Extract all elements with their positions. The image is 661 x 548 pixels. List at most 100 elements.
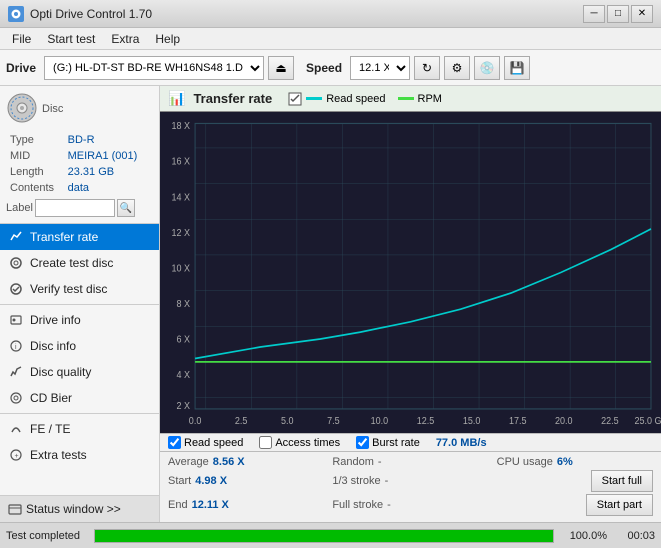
transfer-rate-icon bbox=[8, 229, 24, 245]
svg-text:22.5: 22.5 bbox=[601, 415, 619, 427]
access-times-checkbox[interactable] bbox=[259, 436, 272, 449]
svg-text:10 X: 10 X bbox=[172, 263, 191, 275]
nav-extra-tests[interactable]: + Extra tests bbox=[0, 442, 159, 468]
svg-text:25.0 GB: 25.0 GB bbox=[634, 415, 661, 427]
disc-type-label: Disc bbox=[42, 102, 63, 116]
nav-disc-info[interactable]: i Disc info bbox=[0, 333, 159, 359]
status-window-icon bbox=[8, 502, 22, 516]
rpm-legend-label: RPM bbox=[418, 93, 442, 105]
speed-select[interactable]: 12.1 X bbox=[350, 56, 410, 80]
stats-area: Average 8.56 X Random - CPU usage 6% Sta… bbox=[160, 451, 661, 522]
label-search-button[interactable]: 🔍 bbox=[117, 199, 135, 217]
average-label: Average bbox=[168, 456, 209, 468]
svg-text:20.0: 20.0 bbox=[555, 415, 573, 427]
progress-bar-container bbox=[94, 529, 554, 543]
start-label: Start bbox=[168, 475, 191, 487]
disc-info-icon: i bbox=[8, 338, 24, 354]
svg-text:17.5: 17.5 bbox=[509, 415, 527, 427]
disc-section: Disc Type BD-R MID MEIRA1 (001) Length 2… bbox=[0, 86, 159, 224]
refresh-button[interactable]: ↻ bbox=[414, 56, 440, 80]
svg-text:8 X: 8 X bbox=[177, 298, 191, 310]
menu-file[interactable]: File bbox=[4, 30, 39, 48]
svg-text:+: + bbox=[15, 453, 19, 460]
mid-value: MEIRA1 (001) bbox=[66, 149, 151, 163]
settings-button[interactable]: ⚙ bbox=[444, 56, 470, 80]
disc-info-table: Type BD-R MID MEIRA1 (001) Length 23.31 … bbox=[6, 131, 153, 197]
svg-text:10.0: 10.0 bbox=[371, 415, 389, 427]
extra-tests-icon: + bbox=[8, 447, 24, 463]
length-value: 23.31 GB bbox=[66, 165, 151, 179]
chart-icon: 📊 bbox=[168, 90, 185, 107]
nav-section: Transfer rate Create test disc Verify te… bbox=[0, 224, 159, 495]
svg-text:2.5: 2.5 bbox=[235, 415, 248, 427]
nav-fe-te[interactable]: FE / TE bbox=[0, 416, 159, 442]
random-label: Random bbox=[332, 456, 374, 468]
start-value: 4.98 X bbox=[195, 475, 227, 487]
read-speed-legend-label: Read speed bbox=[326, 93, 385, 105]
cpu-usage-value: 6% bbox=[557, 456, 573, 468]
start-part-button[interactable]: Start part bbox=[586, 494, 653, 516]
verify-test-disc-icon bbox=[8, 281, 24, 297]
media-button[interactable]: 💿 bbox=[474, 56, 500, 80]
progress-area: Test completed 100.0% 00:03 bbox=[0, 522, 661, 548]
progress-bar-fill bbox=[95, 530, 553, 542]
app-title: Opti Drive Control 1.70 bbox=[30, 7, 152, 21]
nav-cd-bier[interactable]: CD Bier bbox=[0, 385, 159, 411]
menu-extra[interactable]: Extra bbox=[103, 30, 147, 48]
svg-text:5.0: 5.0 bbox=[281, 415, 294, 427]
chart-svg: 18 X 16 X 14 X 12 X 10 X 8 X 6 X 4 X 2 X… bbox=[160, 112, 661, 433]
full-stroke-label: Full stroke bbox=[332, 499, 383, 511]
fe-te-icon bbox=[8, 421, 24, 437]
create-test-disc-icon bbox=[8, 255, 24, 271]
nav-transfer-rate[interactable]: Transfer rate bbox=[0, 224, 159, 250]
title-bar: Opti Drive Control 1.70 ─ □ ✕ bbox=[0, 0, 661, 28]
burst-rate-value: 77.0 MB/s bbox=[436, 437, 487, 449]
svg-text:i: i bbox=[15, 344, 17, 351]
chart-area: 18 X 16 X 14 X 12 X 10 X 8 X 6 X 4 X 2 X… bbox=[160, 112, 661, 433]
nav-drive-info[interactable]: Drive info bbox=[0, 307, 159, 333]
full-stroke-value: - bbox=[387, 499, 391, 511]
drive-label: Drive bbox=[6, 61, 36, 75]
burst-rate-checkbox-label[interactable]: Burst rate bbox=[356, 436, 420, 449]
nav-disc-quality[interactable]: Disc quality bbox=[0, 359, 159, 385]
cd-bier-icon bbox=[8, 390, 24, 406]
close-button[interactable]: ✕ bbox=[631, 5, 653, 23]
status-window-button[interactable]: Status window >> bbox=[0, 495, 159, 522]
maximize-button[interactable]: □ bbox=[607, 5, 629, 23]
chart-legend: Read speed RPM bbox=[288, 92, 442, 106]
access-times-checkbox-label[interactable]: Access times bbox=[259, 436, 340, 449]
contents-label: Contents bbox=[8, 181, 64, 195]
drive-info-icon bbox=[8, 312, 24, 328]
disc-icon bbox=[6, 92, 38, 127]
read-speed-checkbox-label[interactable]: Read speed bbox=[168, 436, 243, 449]
progress-percentage: 100.0% bbox=[562, 530, 607, 542]
minimize-button[interactable]: ─ bbox=[583, 5, 605, 23]
toolbar: Drive (G:) HL-DT-ST BD-RE WH16NS48 1.D3 … bbox=[0, 50, 661, 86]
menu-start-test[interactable]: Start test bbox=[39, 30, 103, 48]
nav-create-test-disc[interactable]: Create test disc bbox=[0, 250, 159, 276]
label-label: Label bbox=[6, 202, 33, 214]
time-text: 00:03 bbox=[615, 530, 655, 542]
start-full-button[interactable]: Start full bbox=[591, 470, 653, 492]
save-button[interactable]: 💾 bbox=[504, 56, 530, 80]
menu-bar: File Start test Extra Help bbox=[0, 28, 661, 50]
end-label: End bbox=[168, 499, 188, 511]
read-speed-checkbox-icon bbox=[288, 92, 302, 106]
menu-help[interactable]: Help bbox=[147, 30, 188, 48]
checkbox-row: Read speed Access times Burst rate 77.0 … bbox=[160, 433, 661, 451]
svg-text:2 X: 2 X bbox=[177, 400, 191, 412]
burst-rate-checkbox[interactable] bbox=[356, 436, 369, 449]
svg-text:0.0: 0.0 bbox=[189, 415, 202, 427]
read-speed-checkbox[interactable] bbox=[168, 436, 181, 449]
average-value: 8.56 X bbox=[213, 456, 245, 468]
nav-verify-test-disc[interactable]: Verify test disc bbox=[0, 276, 159, 302]
status-text: Test completed bbox=[6, 530, 86, 542]
eject-button[interactable]: ⏏ bbox=[268, 56, 294, 80]
left-panel: Disc Type BD-R MID MEIRA1 (001) Length 2… bbox=[0, 86, 160, 522]
svg-text:12.5: 12.5 bbox=[417, 415, 435, 427]
label-input[interactable] bbox=[35, 199, 115, 217]
drive-select[interactable]: (G:) HL-DT-ST BD-RE WH16NS48 1.D3 bbox=[44, 56, 264, 80]
stroke-label: 1/3 stroke bbox=[332, 475, 380, 487]
mid-label: MID bbox=[8, 149, 64, 163]
type-label: Type bbox=[8, 133, 64, 147]
